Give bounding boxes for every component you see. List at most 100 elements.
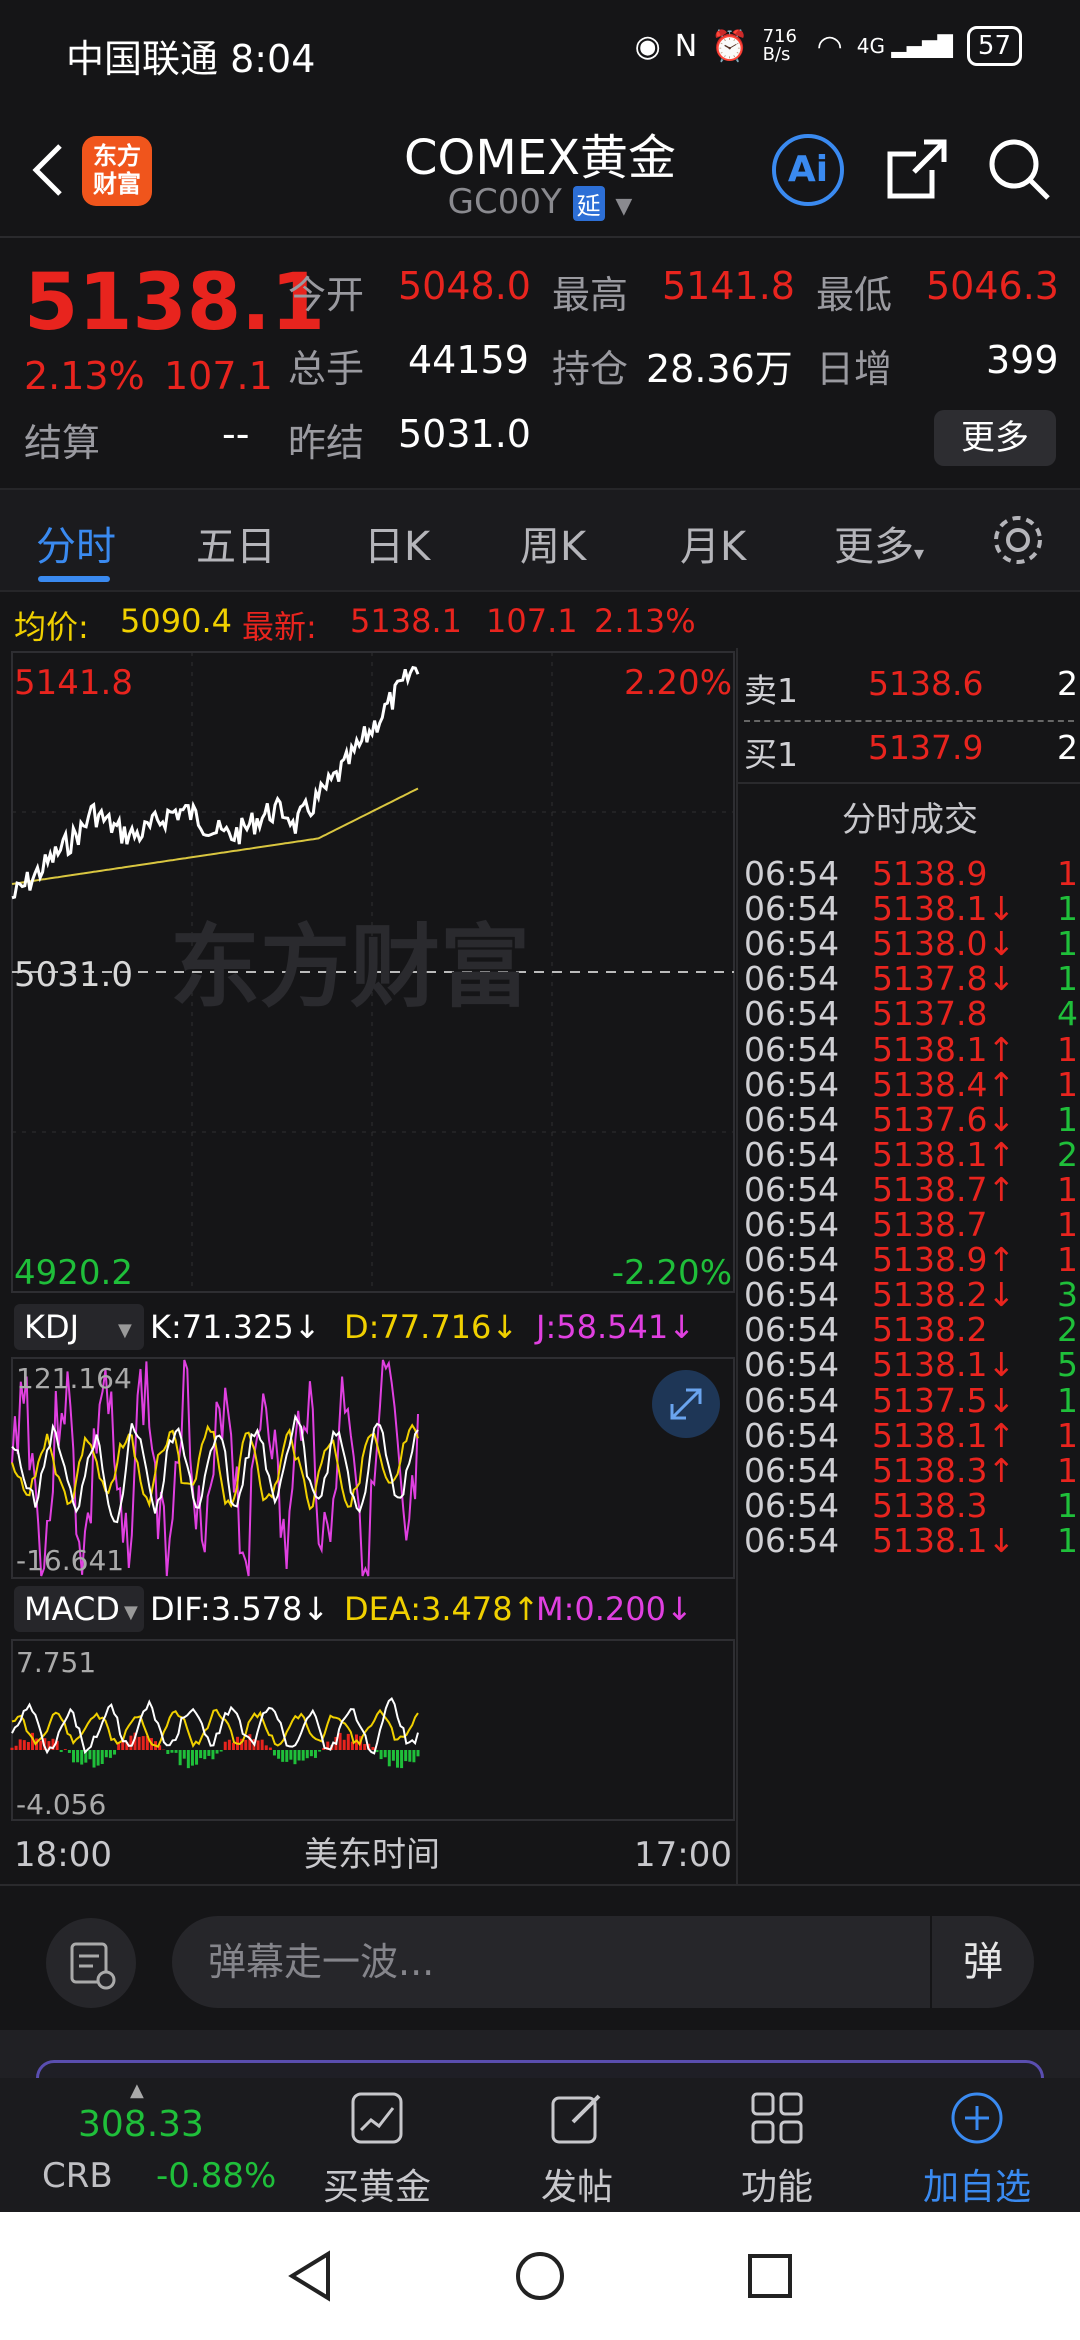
tick-volume: 1 [1057, 1099, 1078, 1139]
avg-value: 5090.4 [120, 602, 232, 640]
tick-price: 5138.2 [872, 1310, 988, 1350]
latest-change: 107.1 [486, 602, 578, 640]
grid-apps-icon [751, 2092, 803, 2144]
quote-panel: 5138.1 2.13% 107.1 结算 -- 今开 5048.0 最高 51… [0, 240, 1080, 486]
bid-volume: 2 [1057, 728, 1078, 767]
tick-time: 06:54 [744, 959, 840, 999]
tick-volume: 2 [1057, 1310, 1078, 1350]
macd-m: M:0.200↓ [536, 1590, 693, 1628]
tab-five-day[interactable]: 五日 [196, 514, 276, 572]
latest-value: 5138.1 [350, 602, 462, 640]
nav-buy-gold[interactable]: 买黄金 [292, 2088, 462, 2208]
tick-volume: 1 [1057, 889, 1078, 929]
nav-add-watchlist[interactable]: 加自选 [892, 2088, 1062, 2208]
nav-post[interactable]: 发帖 [492, 2088, 662, 2208]
tick-time: 06:54 [744, 1099, 840, 1139]
tick-time: 06:54 [744, 1345, 840, 1385]
tick-price: 5138.4↑ [872, 1064, 1016, 1104]
volume-value: 44159 [408, 338, 529, 382]
wifi-icon: ◠ [816, 28, 843, 64]
home-circle-icon[interactable] [512, 2248, 568, 2304]
tick-volume: 1 [1057, 1029, 1078, 1069]
ai-button[interactable]: Ai [772, 134, 844, 206]
macd-min: -4.056 [16, 1788, 106, 1821]
eye-icon: ◉ [634, 28, 661, 64]
tick-price: 5137.6↓ [872, 1099, 1016, 1139]
daily-inc-value: 399 [986, 338, 1059, 382]
ticks-title: 分时成交 [842, 800, 978, 840]
crb-change[interactable]: -0.88% [156, 2156, 276, 2196]
tick-volume: 2 [1057, 1134, 1078, 1174]
tick-volume: 1 [1057, 1485, 1078, 1525]
tab-day-k[interactable]: 日K [364, 514, 430, 572]
tick-price: 5137.8 [872, 994, 988, 1034]
tick-price: 5138.1↓ [872, 889, 1016, 929]
chevron-down-icon: ▼ [118, 1320, 132, 1341]
settle-label: 结算 [24, 421, 101, 465]
intraday-chart[interactable]: 东方财富 5141.8 2.20% 5031.0 4920.2 -2.20% K… [0, 648, 736, 1886]
y-bottom-pct: -2.20% [612, 1253, 732, 1293]
avg-label: 均价: [14, 608, 89, 646]
tick-price: 5138.3↑ [872, 1450, 1016, 1490]
daily-inc-label: 日增 [816, 347, 893, 391]
chat-bar: 弹幕走一波... 弹 [0, 1884, 1080, 2030]
nav-functions[interactable]: 功能 [692, 2088, 862, 2208]
tick-price: 5138.9 [872, 854, 988, 893]
carrier-time: 中国联通 8:04 [66, 37, 316, 81]
nav-post-label: 发帖 [540, 2167, 613, 2208]
prev-settle-label: 昨结 [288, 421, 365, 465]
tick-time: 06:54 [744, 1064, 840, 1104]
chart-panel[interactable]: 东方财富 5141.8 2.20% 5031.0 4920.2 -2.20% K… [0, 648, 736, 1886]
gear-icon[interactable] [990, 512, 1046, 568]
search-icon[interactable] [986, 136, 1052, 202]
tick-row: 06:54 5138.1↓ 1 [744, 1521, 1078, 1573]
ask-row: 卖1 5138.6 2 [744, 664, 1078, 716]
nav-functions-label: 功能 [740, 2167, 813, 2208]
oi-value: 28.36万 [646, 347, 793, 391]
period-tabs: 分时 五日 日K 周K 月K 更多▾ [0, 488, 1080, 592]
crb-value[interactable]: 308.33 [78, 2104, 204, 2145]
tick-time: 06:54 [744, 1029, 840, 1069]
low-value: 5046.3 [926, 264, 1059, 308]
tick-time: 06:54 [744, 854, 840, 893]
nav-buy-gold-label: 买黄金 [322, 2167, 431, 2208]
open-label: 今开 [288, 273, 365, 317]
tick-time: 06:54 [744, 1134, 840, 1174]
battery-icon: 57 [966, 26, 1022, 66]
ask-price: 5138.6 [868, 664, 984, 703]
kdj-d: D:77.716↓ [344, 1308, 518, 1346]
signal-icon: 4G ▂▄▆█ [856, 34, 953, 58]
more-button[interactable]: 更多 [934, 410, 1056, 466]
tick-price: 5138.7 [872, 1205, 988, 1244]
trend-chart-icon [351, 2092, 403, 2144]
danmaku-toggle-icon[interactable]: 弹 [930, 1916, 1034, 2008]
tick-price: 5138.7↑ [872, 1169, 1016, 1209]
comment-settings-icon[interactable] [46, 1918, 136, 2008]
edit-icon [551, 2094, 601, 2144]
tick-volume: 3 [1057, 1275, 1078, 1315]
kdj-label: KDJ [24, 1308, 79, 1346]
y-top-price: 5141.8 [14, 663, 133, 703]
crb-name[interactable]: CRB [42, 2156, 113, 2196]
tab-more[interactable]: 更多▾ [834, 514, 924, 572]
status-icons: ◉ N ⏰ 716 B/s ◠ 4G ▂▄▆█ 57 [635, 26, 1022, 66]
avg-info-line: 均价: 5090.4 最新: 5138.1 107.1 2.13% [0, 596, 1080, 646]
y-top-pct: 2.20% [624, 663, 732, 703]
back-triangle-icon[interactable] [282, 2248, 338, 2304]
alarm-icon: ⏰ [711, 28, 749, 64]
recents-square-icon[interactable] [742, 2248, 798, 2304]
tab-month-k[interactable]: 月K [680, 514, 746, 572]
tab-indicator [38, 576, 110, 582]
watermark: 东方财富 [170, 915, 530, 1020]
tick-volume: 1 [1057, 854, 1078, 893]
share-icon[interactable] [884, 136, 950, 202]
chevron-up-icon: ▲ [130, 2080, 144, 2101]
tick-volume: 1 [1057, 959, 1078, 999]
high-value: 5141.8 [662, 264, 795, 308]
danmaku-input[interactable]: 弹幕走一波... 弹 [172, 1916, 1034, 2008]
tab-week-k[interactable]: 周K [520, 514, 586, 572]
tick-price: 5138.1↑ [872, 1415, 1016, 1455]
volume-label: 总手 [288, 347, 365, 391]
x-start: 18:00 [14, 1835, 112, 1875]
tab-intraday[interactable]: 分时 [36, 514, 116, 572]
